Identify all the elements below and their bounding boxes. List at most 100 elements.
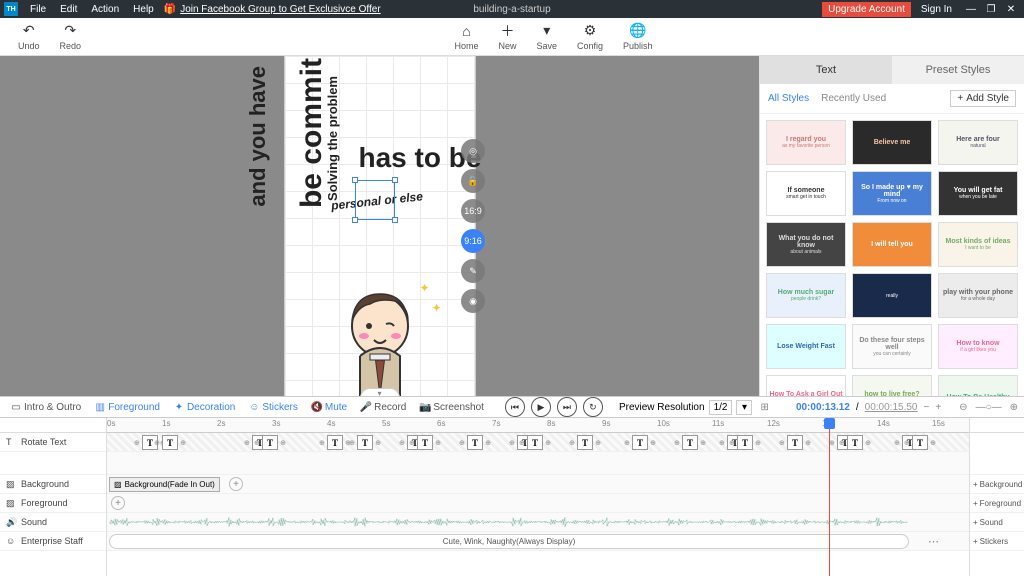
signin-button[interactable]: Sign In xyxy=(913,2,960,17)
text-clip[interactable]: T xyxy=(682,435,698,450)
style-card[interactable]: How to knowif a girl likes you xyxy=(938,324,1018,369)
style-card[interactable]: Lose Weight Fast xyxy=(766,324,846,369)
track-row-sound[interactable] xyxy=(107,513,969,532)
next-button[interactable]: ⏭ xyxy=(557,397,577,417)
style-card[interactable]: What you do not knowabout animals xyxy=(766,222,846,267)
text-clip[interactable]: T xyxy=(417,435,433,450)
style-card[interactable]: play with your phonefor a whole day xyxy=(938,273,1018,318)
time-ruler[interactable]: 0s1s2s3s4s5s6s7s8s9s10s11s12s13s14s15s15… xyxy=(107,418,969,433)
background-clip[interactable]: ▨Background(Fade In Out) xyxy=(109,477,220,492)
zoom-out-icon[interactable]: ⊖ xyxy=(959,402,967,413)
add-bg-button[interactable]: + xyxy=(229,477,243,491)
text-clip[interactable]: T xyxy=(262,435,278,450)
zoom-in-icon[interactable]: ⊕ xyxy=(1010,402,1018,413)
style-card[interactable]: really xyxy=(852,273,932,318)
add-background-button[interactable]: +Background xyxy=(970,475,1024,494)
style-card[interactable]: Believe me xyxy=(852,120,932,165)
text-clip[interactable]: T xyxy=(577,435,593,450)
track-label-foreground[interactable]: ▨Foreground xyxy=(0,494,106,513)
intro-outro-button[interactable]: ▭Intro & Outro xyxy=(6,402,86,413)
loop-button[interactable]: ↻ xyxy=(583,397,603,417)
time-plus-button[interactable]: + xyxy=(935,402,941,413)
canvas-text-1[interactable]: and you have xyxy=(245,66,271,207)
promo-link-text[interactable]: Join Facebook Group to Get Exclusivce Of… xyxy=(180,4,380,15)
subtab-all-styles[interactable]: All Styles xyxy=(768,93,809,104)
track-row-staff[interactable]: Cute, Wink, Naughty(Always Display) ⋯ xyxy=(107,532,969,551)
total-time[interactable]: 00:00:15.50 xyxy=(865,402,918,413)
aspect-916-button[interactable]: 9:16 xyxy=(461,229,485,253)
text-clip[interactable]: T xyxy=(527,435,543,450)
circle-icon[interactable]: ◉ xyxy=(461,289,485,313)
new-button[interactable]: ＋New xyxy=(488,23,526,51)
add-style-button[interactable]: +Add Style xyxy=(950,90,1016,107)
text-clip[interactable]: T xyxy=(787,435,803,450)
style-card[interactable]: Here are fournatural xyxy=(938,120,1018,165)
style-card[interactable]: How To Be Healthy xyxy=(938,375,1018,396)
stickers-button[interactable]: ☺Stickers xyxy=(244,402,303,413)
playhead[interactable] xyxy=(829,418,830,576)
lock-icon[interactable]: 🔓 xyxy=(461,169,485,193)
style-card[interactable]: how to live free?Worry Less xyxy=(852,375,932,396)
style-card[interactable]: So I made up ♥ my mindFrom now on xyxy=(852,171,932,216)
track-content[interactable]: 0s1s2s3s4s5s6s7s8s9s10s11s12s13s14s15s15… xyxy=(107,418,969,576)
add-sound-button[interactable]: +Sound xyxy=(970,513,1024,532)
upgrade-button[interactable]: Upgrade Account xyxy=(822,2,911,17)
text-clip[interactable]: T xyxy=(912,435,928,450)
close-icon[interactable]: ✕ xyxy=(1002,4,1020,15)
decoration-button[interactable]: ✦Decoration xyxy=(169,402,240,413)
style-card[interactable]: I will tell you xyxy=(852,222,932,267)
target-icon[interactable]: ◎ xyxy=(461,139,485,163)
text-clip[interactable]: T xyxy=(162,435,178,450)
menu-help[interactable]: Help xyxy=(127,2,160,17)
text-clip[interactable]: T xyxy=(737,435,753,450)
tab-preset-styles[interactable]: Preset Styles xyxy=(892,56,1024,84)
time-minus-button[interactable]: − xyxy=(923,402,929,413)
add-fg-button[interactable]: + xyxy=(111,496,125,510)
maximize-icon[interactable]: ❐ xyxy=(982,4,1000,15)
canvas-text-2[interactable]: be commit xyxy=(295,58,329,208)
redo-button[interactable]: ↷Redo xyxy=(50,23,92,51)
style-card[interactable]: I regard youas my favorite person xyxy=(766,120,846,165)
track-row-background[interactable]: ▨Background(Fade In Out) + xyxy=(107,475,969,494)
style-card[interactable]: How much sugarpeople drink? xyxy=(766,273,846,318)
record-button[interactable]: 🎤Record xyxy=(356,402,411,413)
canvas-drag-handle[interactable]: ▾ xyxy=(360,388,400,396)
add-foreground-button[interactable]: +Foreground xyxy=(970,494,1024,513)
publish-button[interactable]: 🌐Publish xyxy=(613,23,663,51)
tab-text[interactable]: Text xyxy=(760,56,892,84)
text-clip[interactable]: T xyxy=(357,435,373,450)
style-card[interactable]: Do these four steps wellyou can certainl… xyxy=(852,324,932,369)
audio-waveform[interactable] xyxy=(109,515,909,529)
menu-edit[interactable]: Edit xyxy=(54,2,83,17)
screenshot-button[interactable]: 📷Screenshot xyxy=(415,402,489,413)
track-label-enterprise-staff[interactable]: ☺Enterprise Staff xyxy=(0,532,106,551)
track-row-foreground[interactable]: + xyxy=(107,494,969,513)
menu-file[interactable]: File xyxy=(24,2,52,17)
more-icon[interactable]: ⋯ xyxy=(928,535,939,548)
home-button[interactable]: ⌂Home xyxy=(444,23,488,51)
phone-canvas[interactable]: and you have be commit Solving the probl… xyxy=(285,56,475,396)
text-clip[interactable]: T xyxy=(467,435,483,450)
style-card[interactable]: If someonesmart get in touch xyxy=(766,171,846,216)
subtab-recently-used[interactable]: Recently Used xyxy=(821,93,886,104)
canvas-area[interactable]: and you have be commit Solving the probl… xyxy=(0,56,759,396)
prev-button[interactable]: ⏮ xyxy=(505,397,525,417)
staff-clip[interactable]: Cute, Wink, Naughty(Always Display) xyxy=(109,534,909,549)
save-button[interactable]: ▾Save xyxy=(527,23,568,51)
config-button[interactable]: ⚙Config xyxy=(567,23,613,51)
menu-action[interactable]: Action xyxy=(85,2,125,17)
track-label-rotate-text[interactable]: TRotate Text xyxy=(0,433,106,452)
style-card[interactable]: You will get fatwhen you be late xyxy=(938,171,1018,216)
track-label-background[interactable]: ▨Background xyxy=(0,475,106,494)
resolution-select[interactable]: 1/2 xyxy=(709,400,733,415)
mute-button[interactable]: 🔇Mute xyxy=(307,402,352,413)
undo-button[interactable]: ↶Undo xyxy=(8,23,50,51)
minimize-icon[interactable]: — xyxy=(962,4,980,15)
play-button[interactable]: ▶ xyxy=(531,397,551,417)
promo-link[interactable]: 🎁 Join Facebook Group to Get Exclusivce … xyxy=(164,4,381,15)
zoom-slider[interactable]: —○— xyxy=(976,402,1002,413)
resolution-dropdown[interactable]: ▾ xyxy=(736,400,752,415)
canvas-text-3[interactable]: Solving the problem xyxy=(325,76,340,201)
foreground-button[interactable]: ▥Foreground xyxy=(90,402,165,413)
pencil-icon[interactable]: ✎ xyxy=(461,259,485,283)
